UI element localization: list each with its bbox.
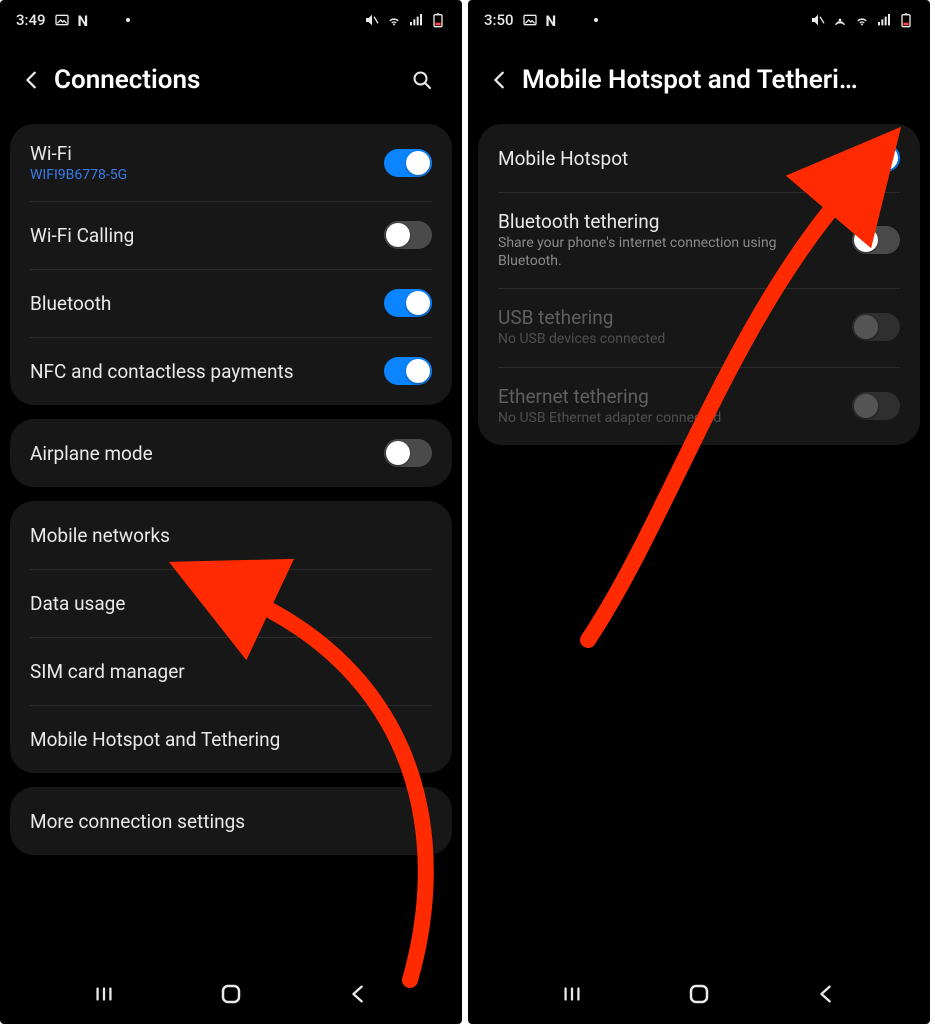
wifi-calling-label: Wi-Fi Calling	[30, 224, 134, 247]
bt-tethering-label: Bluetooth tethering	[498, 210, 840, 233]
sim-manager-row[interactable]: SIM card manager	[10, 637, 452, 705]
usb-tethering-row: USB tethering No USB devices connected	[478, 288, 920, 367]
wifi-icon	[854, 12, 870, 28]
nav-back-icon	[815, 983, 837, 1005]
status-bar: 3:49 N	[0, 0, 462, 36]
data-usage-row[interactable]: Data usage	[10, 569, 452, 637]
chevron-left-icon	[489, 69, 511, 91]
hotspot-tethering-row[interactable]: Mobile Hotspot and Tethering	[10, 705, 452, 773]
search-icon	[410, 68, 434, 92]
data-usage-label: Data usage	[30, 592, 125, 615]
status-bar: 3:50 N	[468, 0, 930, 36]
nav-back-icon	[347, 983, 369, 1005]
mute-icon	[810, 12, 826, 28]
eth-tethering-sub: No USB Ethernet adapter connected	[498, 410, 721, 428]
home-button[interactable]	[211, 974, 251, 1014]
eth-tethering-toggle	[852, 392, 900, 420]
page-header: Connections	[0, 36, 462, 124]
nfc-label: NFC and contactless payments	[30, 360, 294, 383]
status-icons-right	[364, 12, 446, 28]
phone-right: 3:50 N Mobile Hotspot and Tetheri… Mobil…	[468, 0, 930, 1024]
status-time: 3:50	[484, 11, 514, 29]
mobile-hotspot-row[interactable]: Mobile Hotspot	[478, 124, 920, 192]
signal-icon	[408, 12, 424, 28]
airplane-toggle[interactable]	[384, 439, 432, 467]
usb-tethering-sub: No USB devices connected	[498, 331, 665, 349]
usb-tethering-toggle	[852, 313, 900, 341]
mobile-hotspot-toggle[interactable]	[852, 144, 900, 172]
netflix-icon: N	[78, 12, 94, 28]
nfc-toggle[interactable]	[384, 357, 432, 385]
bluetooth-toggle[interactable]	[384, 289, 432, 317]
usb-tethering-label: USB tethering	[498, 306, 665, 329]
eth-tethering-label: Ethernet tethering	[498, 385, 721, 408]
bt-tethering-row[interactable]: Bluetooth tethering Share your phone's i…	[478, 192, 920, 288]
bluetooth-row[interactable]: Bluetooth	[10, 269, 452, 337]
battery-icon	[898, 12, 914, 28]
connections-group-2: Airplane mode	[10, 419, 452, 487]
back-nav-button[interactable]	[338, 974, 378, 1014]
nav-bar	[0, 970, 462, 1024]
chevron-left-icon	[21, 69, 43, 91]
sim-manager-label: SIM card manager	[30, 660, 185, 683]
back-button[interactable]	[10, 58, 54, 102]
phone-left: 3:49 N Connections Wi-Fi WIFI9B6778-5G	[0, 0, 462, 1024]
signal-icon	[876, 12, 892, 28]
tethering-group: Mobile Hotspot Bluetooth tethering Share…	[478, 124, 920, 445]
wifi-row[interactable]: Wi-Fi WIFI9B6778-5G	[10, 124, 452, 201]
bt-tethering-toggle[interactable]	[852, 226, 900, 254]
wifi-network: WIFI9B6778-5G	[30, 167, 127, 183]
connections-group-3: Mobile networks Data usage SIM card mana…	[10, 501, 452, 773]
check-icon	[102, 12, 118, 28]
wifi-calling-row[interactable]: Wi-Fi Calling	[10, 201, 452, 269]
page-title: Mobile Hotspot and Tetheri…	[522, 65, 912, 95]
connections-group-4: More connection settings	[10, 787, 452, 855]
more-dot-icon	[126, 18, 130, 22]
check-icon	[570, 12, 586, 28]
search-button[interactable]	[400, 58, 444, 102]
mobile-networks-row[interactable]: Mobile networks	[10, 501, 452, 569]
recents-button[interactable]	[84, 974, 124, 1014]
status-time: 3:49	[16, 11, 46, 29]
airplane-label: Airplane mode	[30, 442, 153, 465]
more-dot-icon	[594, 18, 598, 22]
wifi-label: Wi-Fi	[30, 142, 127, 165]
more-settings-row[interactable]: More connection settings	[10, 787, 452, 855]
recents-button[interactable]	[552, 974, 592, 1014]
home-icon	[687, 982, 711, 1006]
connections-group-1: Wi-Fi WIFI9B6778-5G Wi-Fi Calling Blueto…	[10, 124, 452, 405]
page-title: Connections	[54, 65, 400, 95]
battery-icon	[430, 12, 446, 28]
back-nav-button[interactable]	[806, 974, 846, 1014]
mute-icon	[364, 12, 380, 28]
mobile-networks-label: Mobile networks	[30, 524, 170, 547]
hotspot-icon	[832, 12, 848, 28]
nav-bar	[468, 970, 930, 1024]
eth-tethering-row: Ethernet tethering No USB Ethernet adapt…	[478, 367, 920, 446]
hotspot-tethering-label: Mobile Hotspot and Tethering	[30, 728, 280, 751]
bt-tethering-sub: Share your phone's internet connection u…	[498, 235, 840, 270]
bluetooth-label: Bluetooth	[30, 292, 111, 315]
more-settings-label: More connection settings	[30, 810, 245, 833]
home-button[interactable]	[679, 974, 719, 1014]
airplane-row[interactable]: Airplane mode	[10, 419, 452, 487]
image-icon	[522, 12, 538, 28]
netflix-icon: N	[546, 12, 562, 28]
status-icons-right	[810, 12, 914, 28]
wifi-icon	[386, 12, 402, 28]
page-header: Mobile Hotspot and Tetheri…	[468, 36, 930, 124]
wifi-calling-toggle[interactable]	[384, 221, 432, 249]
recents-icon	[561, 983, 583, 1005]
mobile-hotspot-label: Mobile Hotspot	[498, 147, 628, 170]
wifi-toggle[interactable]	[384, 149, 432, 177]
recents-icon	[93, 983, 115, 1005]
image-icon	[54, 12, 70, 28]
nfc-row[interactable]: NFC and contactless payments	[10, 337, 452, 405]
home-icon	[219, 982, 243, 1006]
back-button[interactable]	[478, 58, 522, 102]
